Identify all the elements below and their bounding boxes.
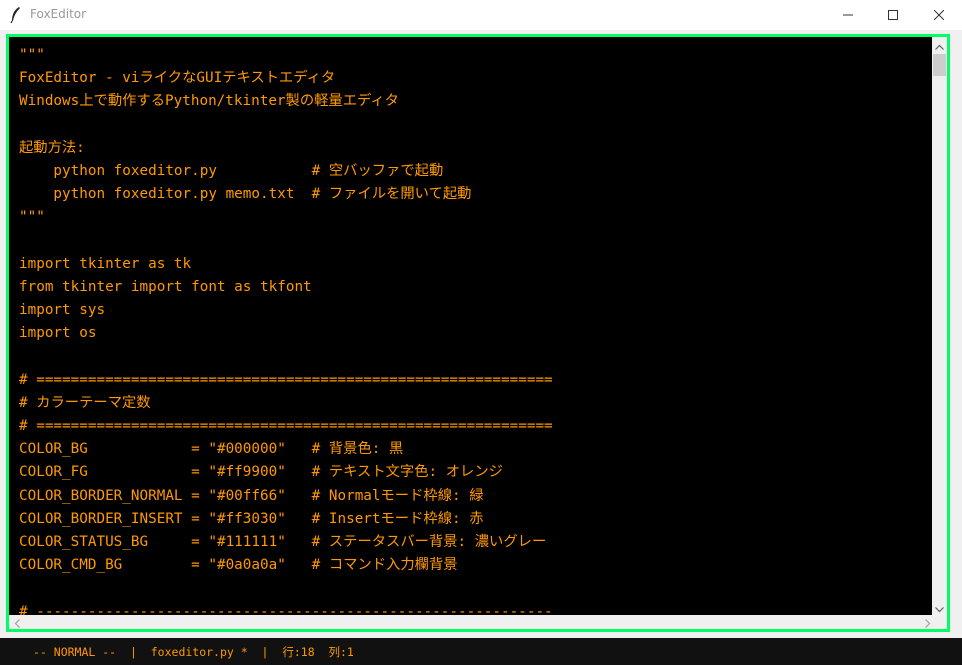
status-line: 行:18: [282, 645, 315, 659]
chevron-right-icon: [924, 613, 931, 630]
feather-icon: [8, 6, 24, 24]
minimize-button[interactable]: [825, 0, 871, 30]
maximize-button[interactable]: [870, 0, 916, 30]
code-line: COLOR_BORDER_NORMAL = "#00ff66" # Normal…: [19, 487, 484, 504]
editor-frame: """ FoxEditor - viライクなGUIテキストエディタ Windows上…: [6, 34, 950, 632]
close-button[interactable]: [916, 0, 962, 30]
status-filename: foxeditor.py *: [150, 645, 248, 659]
vertical-scroll-thumb[interactable]: [933, 54, 946, 76]
code-line: from tkinter import font as tkfont: [19, 278, 312, 295]
close-icon: [934, 10, 944, 20]
code-line: Windows上で動作するPython/tkinter製の軽量エディタ: [19, 93, 399, 110]
code-line: 起動方法:: [19, 139, 85, 156]
window-title: FoxEditor: [30, 7, 87, 21]
minimize-icon: [843, 10, 853, 20]
code-line: # カラーテーマ定数: [19, 394, 151, 411]
status-mode: -- NORMAL --: [33, 645, 117, 659]
code-line: # ======================================…: [19, 418, 553, 434]
code-line: COLOR_CMD_BG = "#0a0a0a" # コマンド入力欄背景: [19, 557, 458, 574]
code-line: COLOR_BG = "#000000" # 背景色: 黒: [19, 441, 404, 458]
status-bar: -- NORMAL -- | foxeditor.py * | 行:18 列:1: [0, 638, 962, 665]
app-window: FoxEditor """ FoxEditor - viライクなGUIテキストエデ…: [0, 0, 962, 665]
status-text: -- NORMAL -- | foxeditor.py * | 行:18 列:1: [33, 644, 354, 660]
text-editor[interactable]: """ FoxEditor - viライクなGUIテキストエディタ Windows上…: [9, 37, 935, 615]
scroll-up-button[interactable]: [932, 37, 947, 52]
code-line: COLOR_BORDER_INSERT = "#ff3030" # Insert…: [19, 510, 484, 527]
scroll-left-button[interactable]: [9, 615, 24, 629]
status-separator: |: [261, 645, 269, 659]
status-column: 列:1: [328, 645, 354, 659]
code-line: # --------------------------------------…: [19, 603, 553, 616]
code-line: COLOR_FG = "#ff9900" # テキスト文字色: オレンジ: [19, 464, 503, 481]
code-line: """: [19, 209, 45, 226]
code-line: # ======================================…: [19, 371, 553, 388]
title-bar[interactable]: FoxEditor: [0, 0, 962, 30]
maximize-icon: [888, 10, 898, 20]
chevron-left-icon: [14, 613, 20, 630]
code-line: import sys: [19, 302, 106, 319]
code-lines: """ FoxEditor - viライクなGUIテキストエディタ Windows上…: [19, 44, 553, 615]
code-line: python foxeditor.py memo.txt # ファイルを開いて起…: [19, 186, 472, 203]
code-line: COLOR_STATUS_BG = "#111111" # ステータスバー背景:…: [19, 533, 547, 550]
code-line: import tkinter as tk: [19, 255, 192, 272]
code-line: import os: [19, 325, 97, 342]
status-separator: |: [129, 645, 137, 659]
scroll-down-button[interactable]: [932, 600, 947, 615]
chevron-up-icon: [935, 37, 944, 54]
vertical-scrollbar[interactable]: [932, 37, 947, 615]
code-line: python foxeditor.py # 空バッファで起動: [19, 162, 444, 179]
code-line: """: [19, 47, 45, 63]
scroll-corner: [932, 615, 947, 629]
code-line: FoxEditor - viライクなGUIテキストエディタ: [19, 70, 336, 87]
horizontal-scrollbar[interactable]: [9, 615, 935, 629]
